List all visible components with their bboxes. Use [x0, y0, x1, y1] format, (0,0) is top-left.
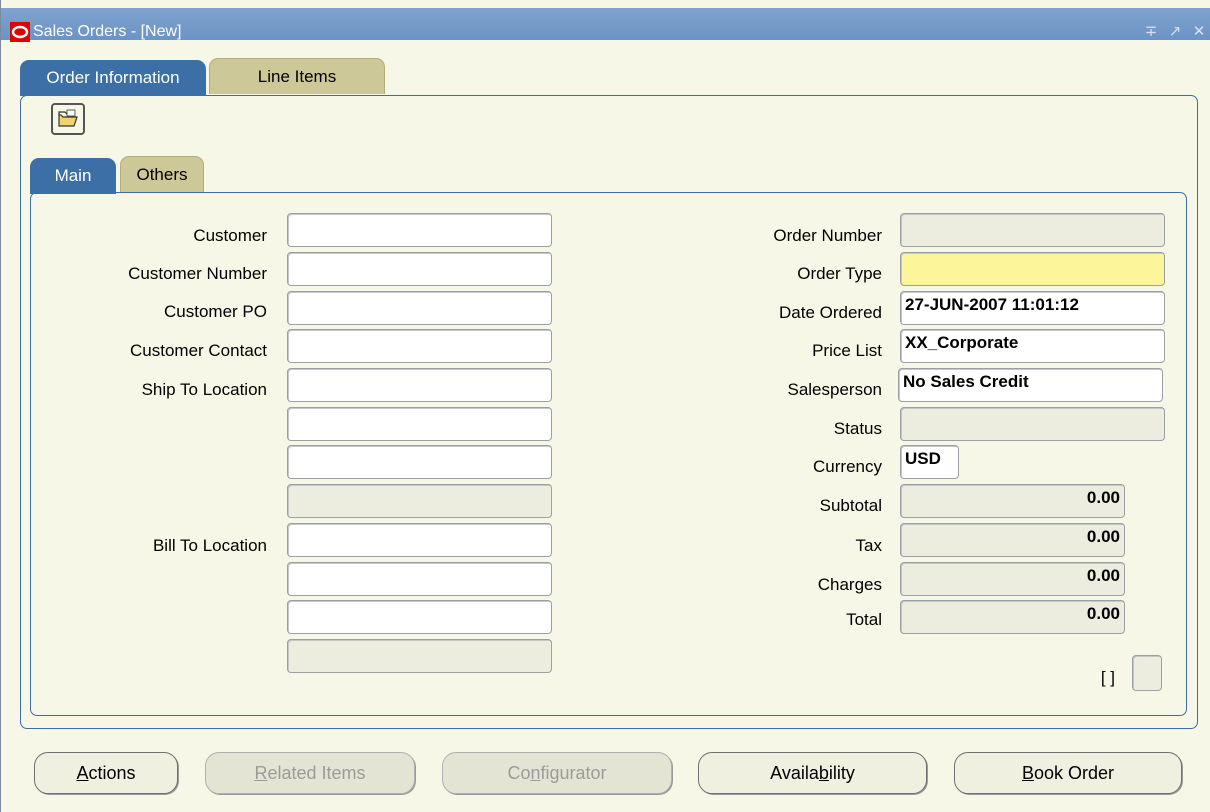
bill-to-location-line-4	[287, 639, 552, 673]
salesperson-field[interactable]: No Sales Credit	[898, 368, 1163, 402]
customer-label: Customer	[193, 226, 267, 245]
bill-to-location-line-3[interactable]	[287, 600, 552, 634]
customer-number-field[interactable]	[287, 252, 552, 286]
actions-button[interactable]: Actions	[34, 752, 178, 794]
oracle-app-icon	[10, 22, 30, 42]
availability-button[interactable]: Availa b ility	[698, 752, 927, 794]
customer-po-label: Customer PO	[164, 302, 267, 321]
tab-order-information[interactable]: Order Information	[20, 60, 206, 96]
total-field: 0.00	[900, 600, 1125, 634]
ship-to-location-line-1[interactable]	[287, 368, 552, 402]
configurator-button[interactable]: Co n figurator	[442, 752, 672, 794]
minimize-icon[interactable]: ∓	[1141, 20, 1161, 42]
tab-line-items[interactable]: Line Items	[209, 58, 385, 94]
close-icon[interactable]: ✕	[1189, 20, 1209, 42]
currency-field[interactable]: USD	[900, 445, 959, 479]
order-type-field[interactable]	[900, 252, 1165, 286]
tax-field: 0.00	[900, 523, 1125, 557]
status-field	[900, 407, 1165, 441]
order-type-label: Order Type	[797, 264, 882, 283]
customer-po-field[interactable]	[287, 291, 552, 325]
ship-to-location-line-2[interactable]	[287, 407, 552, 441]
date-ordered-label: Date Ordered	[779, 303, 882, 322]
order-number-field	[900, 213, 1165, 247]
tab-others[interactable]: Others	[120, 156, 204, 192]
maximize-icon[interactable]: ↗	[1165, 20, 1185, 42]
ship-to-location-label: Ship To Location	[141, 380, 267, 399]
price-list-label: Price List	[812, 341, 882, 360]
subtotal-field: 0.00	[900, 484, 1125, 518]
window-title: Sales Orders - [New]	[33, 23, 182, 40]
total-label: Total	[846, 610, 882, 629]
flexfield-label: [ ]	[1100, 668, 1115, 687]
status-label: Status	[833, 419, 882, 438]
currency-label: Currency	[813, 457, 882, 476]
open-folder-icon	[58, 109, 78, 127]
bill-to-location-label: Bill To Location	[152, 536, 267, 555]
customer-contact-field[interactable]	[287, 329, 552, 363]
title-bar: Sales Orders - [New] ∓ ↗ ✕	[1, 8, 1210, 42]
related-items-button[interactable]: Related Items	[205, 752, 415, 794]
salesperson-label: Salesperson	[787, 380, 882, 399]
ship-to-location-line-4	[287, 484, 552, 518]
tax-label: Tax	[855, 536, 882, 555]
order-number-label: Order Number	[773, 226, 882, 245]
book-order-button[interactable]: Book Order	[954, 752, 1182, 794]
price-list-field[interactable]: XX_Corporate	[900, 329, 1165, 363]
date-ordered-field[interactable]: 27-JUN-2007 11:01:12	[900, 291, 1165, 325]
customer-contact-label: Customer Contact	[130, 341, 267, 360]
charges-field: 0.00	[900, 562, 1125, 596]
flexfield-button[interactable]	[1132, 655, 1162, 691]
subtotal-label: Subtotal	[819, 496, 882, 515]
ship-to-location-line-3[interactable]	[287, 445, 552, 479]
bill-to-location-line-2[interactable]	[287, 562, 552, 596]
sales-orders-window: Sales Orders - [New] ∓ ↗ ✕ Order Informa…	[0, 0, 1210, 812]
open-folder-button[interactable]	[51, 103, 85, 135]
customer-number-label: Customer Number	[128, 264, 267, 283]
bill-to-location-line-1[interactable]	[287, 523, 552, 557]
customer-field[interactable]	[287, 213, 552, 247]
tab-main[interactable]: Main	[30, 158, 116, 194]
charges-label: Charges	[817, 575, 882, 594]
